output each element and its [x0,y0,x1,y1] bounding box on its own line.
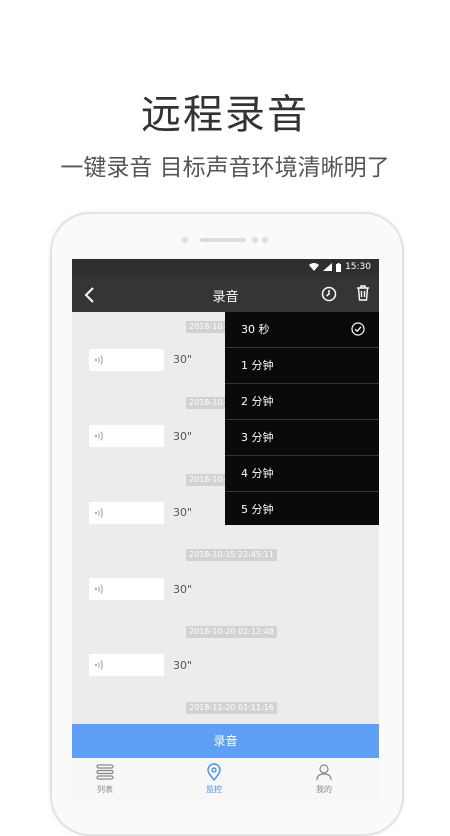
recording-timestamp: 2018-10-20 02:12:48 [186,626,277,638]
recording-timestamp: 2018-11-20 01:11:16 [186,702,277,714]
duration-option[interactable]: 2 分钟 [225,384,379,420]
duration-option[interactable]: 1 分钟 [225,348,379,384]
sound-wave-icon [94,355,103,365]
recording-duration: 30" [173,583,193,596]
duration-option[interactable]: 3 分钟 [225,420,379,456]
duration-dropdown: 30 秒 1 分钟 2 分钟 3 分钟 4 分钟 5 分钟 [225,312,379,525]
recording-bubble[interactable] [89,502,164,524]
recording-bubble[interactable] [89,425,164,447]
duration-option[interactable]: 4 分钟 [225,456,379,492]
checkmark-circle-icon [351,322,365,336]
recording-duration: 30" [173,659,193,672]
bottom-tab-bar: 列表 监控 我的 [72,758,379,800]
clock-icon [321,286,337,302]
location-pin-icon [207,763,221,782]
duration-option[interactable]: 30 秒 [225,312,379,348]
recording-timestamp: 2018-10-15 22:45:11 [186,549,277,561]
tab-label: 我的 [316,785,332,794]
duration-option-label: 4 分钟 [241,467,274,480]
sound-wave-icon [94,508,103,518]
tab-label: 监控 [206,785,222,794]
signal-icon [323,263,333,271]
recording-bubble[interactable] [89,578,164,600]
recording-duration: 30" [173,506,193,519]
sound-wave-icon [94,584,103,594]
list-icon [96,764,114,780]
sound-wave-icon [94,660,103,670]
recording-duration: 30" [173,353,193,366]
promo-subtitle: 一键录音 目标声音环境清晰明了 [60,155,390,181]
sound-wave-icon [94,431,103,441]
duration-option-label: 5 分钟 [241,503,274,516]
tab-mine[interactable]: 我的 [294,762,354,795]
duration-option-label: 1 分钟 [241,359,274,372]
delete-button[interactable] [353,283,373,303]
phone-speaker [182,236,268,244]
duration-option[interactable]: 5 分钟 [225,492,379,527]
tab-list[interactable]: 列表 [75,762,135,795]
recording-duration: 30" [173,430,193,443]
person-icon [316,764,332,781]
tab-monitor[interactable]: 监控 [184,762,244,795]
status-bar: 15:30 [72,259,379,277]
duration-option-label: 2 分钟 [241,395,274,408]
trash-icon [357,285,369,301]
recording-bubble[interactable] [89,654,164,676]
promo-title: 远程录音 [141,92,309,138]
app-screen: 15:30 录音 2018-10-1 30" 2018-10-1 30" 201… [72,259,379,800]
battery-icon [336,262,342,272]
status-time: 15:30 [345,262,371,272]
app-bar: 录音 [72,277,379,312]
wifi-icon [309,263,320,271]
tab-label: 列表 [97,785,113,794]
recording-bubble[interactable] [89,349,164,371]
duration-button[interactable] [319,284,339,304]
duration-option-label: 30 秒 [241,323,270,336]
duration-option-label: 3 分钟 [241,431,274,444]
record-button[interactable]: 录音 [72,724,379,758]
